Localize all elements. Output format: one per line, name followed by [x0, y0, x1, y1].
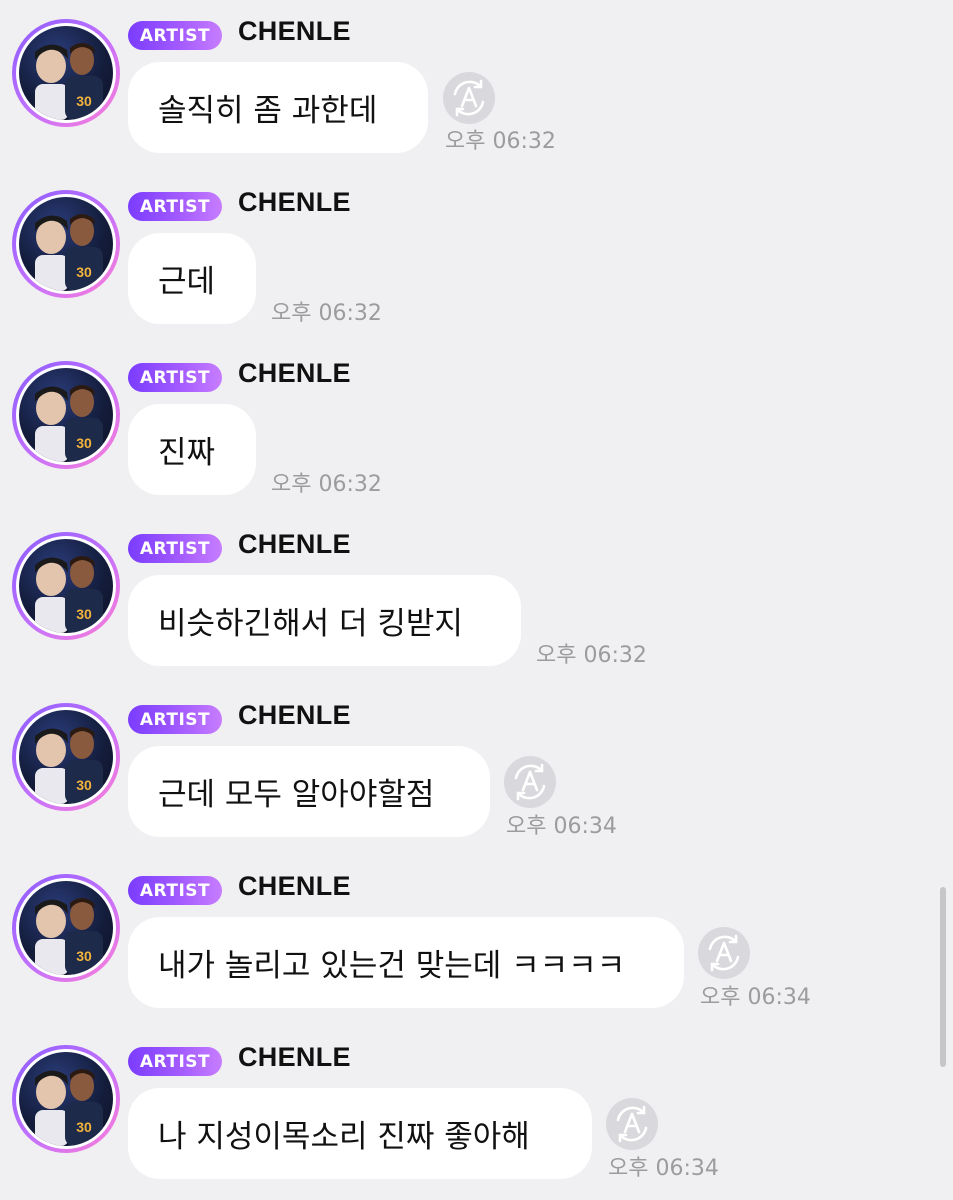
- chat-message: 30 ARTIST CHENLE 근데 모두 알아야할점 오후 06:34: [0, 684, 953, 855]
- chat-message: 30 ARTIST CHENLE 나 지성이목소리 진짜 좋아해 오후 06:3…: [0, 1026, 953, 1197]
- artist-badge: ARTIST: [128, 1047, 222, 1076]
- avatar[interactable]: 30: [12, 1045, 120, 1153]
- artist-badge: ARTIST: [128, 534, 222, 563]
- artist-badge: ARTIST: [128, 21, 222, 50]
- avatar[interactable]: 30: [12, 703, 120, 811]
- message-text: 근데 모두 알아야할점: [158, 777, 435, 813]
- sender-name[interactable]: CHENLE: [238, 16, 351, 47]
- chat-message: 30 ARTIST CHENLE 진짜 오후 06:32: [0, 342, 953, 513]
- translate-icon[interactable]: [606, 1098, 658, 1150]
- sender-name[interactable]: CHENLE: [238, 529, 351, 560]
- chat-message: 30 ARTIST CHENLE 근데 오후 06:32: [0, 171, 953, 342]
- avatar[interactable]: 30: [12, 361, 120, 469]
- sender-name[interactable]: CHENLE: [238, 1042, 351, 1073]
- chat-message: 30 ARTIST CHENLE 솔직히 좀 과한데 오후 06:32: [0, 0, 953, 171]
- translate-icon[interactable]: [443, 72, 495, 124]
- message-time: 오후 06:34: [608, 1156, 719, 1181]
- avatar[interactable]: 30: [12, 874, 120, 982]
- svg-text:30: 30: [76, 777, 92, 793]
- svg-text:30: 30: [76, 1119, 92, 1135]
- message-bubble[interactable]: 비슷하긴해서 더 킹받지: [128, 575, 521, 666]
- message-bubble[interactable]: 근데 모두 알아야할점: [128, 746, 490, 837]
- message-bubble[interactable]: 솔직히 좀 과한데: [128, 62, 428, 153]
- message-bubble[interactable]: 나 지성이목소리 진짜 좋아해: [128, 1088, 592, 1179]
- chat-feed: 30 ARTIST CHENLE 솔직히 좀 과한데 오후 06:32 30 A…: [0, 0, 953, 1200]
- sender-name[interactable]: CHENLE: [238, 871, 351, 902]
- artist-badge: ARTIST: [128, 705, 222, 734]
- message-text: 근데: [158, 264, 216, 300]
- message-text: 진짜: [158, 435, 216, 471]
- artist-badge: ARTIST: [128, 192, 222, 221]
- message-time: 오후 06:32: [445, 129, 556, 154]
- avatar[interactable]: 30: [12, 190, 120, 298]
- chat-message: 30 ARTIST CHENLE 비슷하긴해서 더 킹받지 오후 06:32: [0, 513, 953, 684]
- svg-text:30: 30: [76, 93, 92, 109]
- scrollbar[interactable]: [940, 887, 946, 1067]
- message-bubble[interactable]: 내가 놀리고 있는건 맞는데 ㅋㅋㅋㅋ: [128, 917, 684, 1008]
- svg-text:30: 30: [76, 264, 92, 280]
- message-text: 비슷하긴해서 더 킹받지: [158, 606, 463, 642]
- message-text: 솔직히 좀 과한데: [158, 93, 378, 129]
- message-time: 오후 06:32: [536, 643, 647, 668]
- translate-icon[interactable]: [504, 756, 556, 808]
- message-time: 오후 06:34: [506, 814, 617, 839]
- sender-name[interactable]: CHENLE: [238, 700, 351, 731]
- message-time: 오후 06:32: [271, 472, 382, 497]
- message-text: 나 지성이목소리 진짜 좋아해: [158, 1119, 530, 1155]
- artist-badge: ARTIST: [128, 363, 222, 392]
- artist-badge: ARTIST: [128, 876, 222, 905]
- sender-name[interactable]: CHENLE: [238, 358, 351, 389]
- avatar[interactable]: 30: [12, 19, 120, 127]
- avatar[interactable]: 30: [12, 532, 120, 640]
- message-time: 오후 06:32: [271, 301, 382, 326]
- chat-message: 30 ARTIST CHENLE 내가 놀리고 있는건 맞는데 ㅋㅋㅋㅋ 오후 …: [0, 855, 953, 1026]
- translate-icon[interactable]: [698, 927, 750, 979]
- message-time: 오후 06:34: [700, 985, 811, 1010]
- svg-text:30: 30: [76, 606, 92, 622]
- message-bubble[interactable]: 진짜: [128, 404, 256, 495]
- sender-name[interactable]: CHENLE: [238, 187, 351, 218]
- message-bubble[interactable]: 근데: [128, 233, 256, 324]
- message-text: 내가 놀리고 있는건 맞는데 ㅋㅋㅋㅋ: [158, 948, 626, 984]
- svg-text:30: 30: [76, 435, 92, 451]
- svg-text:30: 30: [76, 948, 92, 964]
